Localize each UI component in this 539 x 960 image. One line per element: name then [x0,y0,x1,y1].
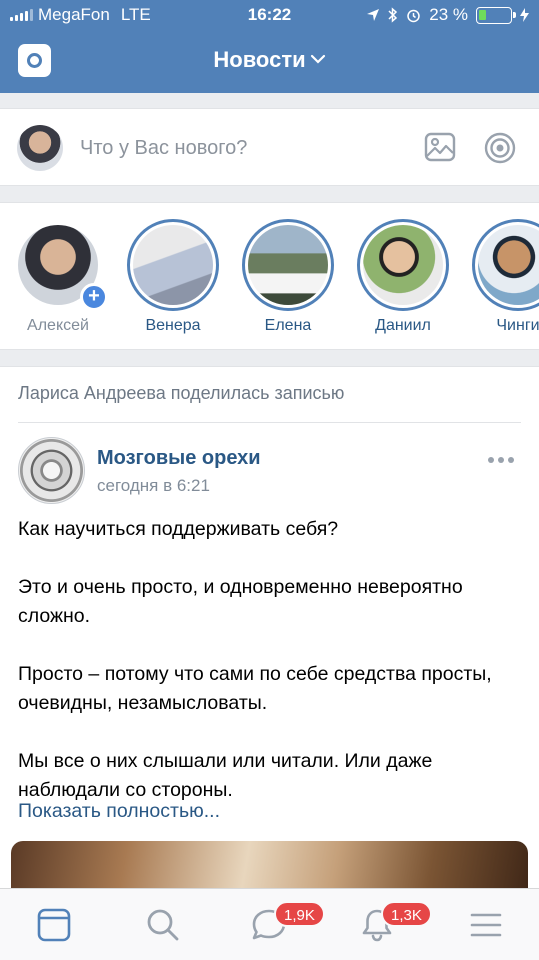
avatar [478,225,539,305]
story-item[interactable]: Елена [238,219,338,335]
hamburger-menu-icon [470,913,502,937]
avatar[interactable] [17,125,63,171]
photo-icon[interactable] [424,132,456,162]
shared-by-text[interactable]: Лариса Андреева поделилась записью [18,383,344,404]
stories-strip[interactable]: + Алексей Венера Елена Даниил Чинги [0,202,539,350]
tab-messages[interactable]: 1,9K [214,889,325,960]
chevron-down-icon [310,51,326,67]
avatar [248,225,328,305]
charging-bolt-icon [520,8,529,22]
battery-fill [479,9,486,20]
post-paragraph: Мы все о них слышали или читали. Или даж… [18,750,433,801]
location-arrow-icon [367,9,380,21]
story-name: Венера [145,317,201,334]
add-story-button[interactable]: + [80,283,108,311]
tab-news[interactable] [0,889,107,960]
avatar[interactable] [18,437,85,504]
battery-percent: 23 % [429,5,468,24]
composer-placeholder[interactable]: Что у Вас нового? [80,137,247,160]
notifications-badge: 1,3K [381,901,432,927]
tab-search[interactable] [107,889,214,960]
story-item[interactable]: Даниил [353,219,453,335]
story-name: Елена [264,317,312,334]
messages-badge: 1,9K [274,901,325,927]
top-bar: MegaFon LTE 16:22 23 % Новости [0,0,539,93]
story-name: Даниил [375,317,431,334]
post-composer[interactable]: Что у Вас нового? [0,108,539,186]
story-name: Чинги [496,317,539,334]
story-name: Алексей [27,317,89,334]
tab-menu[interactable] [428,889,535,960]
page-title: Новости [213,47,306,72]
bluetooth-icon [388,7,398,23]
story-item[interactable]: Венера [123,219,223,335]
post-paragraph: Просто – потому что сами по себе средств… [18,663,492,714]
tab-bar: 1,9K 1,3K [0,888,539,960]
post-body: Как научиться поддерживать себя? Это и о… [18,515,518,805]
avatar [133,225,213,305]
battery-icon [476,6,516,24]
post-paragraph: Это и очень просто, и одновременно невер… [18,576,463,627]
feed-post: Лариса Андреева поделилась записью Мозго… [0,366,539,896]
search-icon [147,909,179,941]
post-timestamp[interactable]: сегодня в 6:21 [97,476,210,496]
news-feed-icon [37,908,71,942]
divider [18,422,521,423]
story-item-own[interactable]: + Алексей [8,219,108,335]
feed-selector[interactable]: Новости [0,47,539,73]
group-name-link[interactable]: Мозговые орехи [97,447,261,470]
status-bar: MegaFon LTE 16:22 23 % [0,0,539,30]
live-target-icon[interactable] [484,132,516,164]
more-options-icon[interactable] [488,457,514,463]
show-more-link[interactable]: Показать полностью... [18,800,220,823]
story-item[interactable]: Чинги [468,219,539,335]
tab-notifications[interactable]: 1,3K [321,889,432,960]
avatar [363,225,443,305]
post-paragraph: Как научиться поддерживать себя? [18,518,339,540]
alarm-icon [407,9,420,22]
